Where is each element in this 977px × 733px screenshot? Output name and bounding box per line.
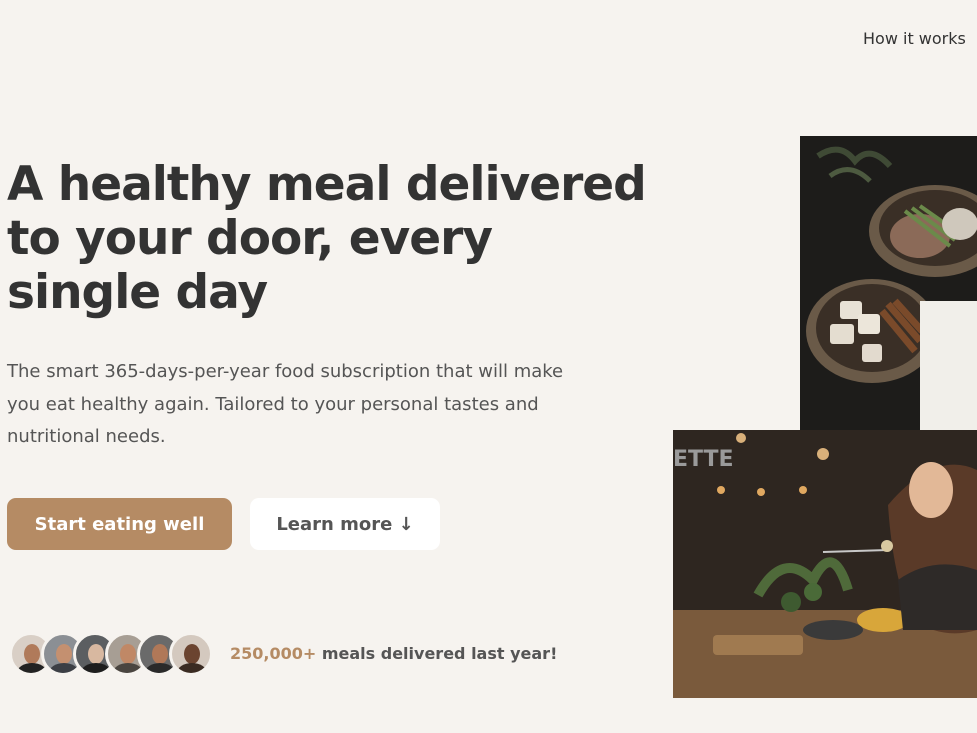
restaurant-image: ETTE (673, 430, 977, 698)
nav-link-how-it-works[interactable]: How it works (863, 29, 966, 48)
start-eating-well-button[interactable]: Start eating well (7, 498, 232, 550)
hero-title: A healthy meal delivered to your door, e… (7, 157, 647, 320)
page: How it works A healthy meal delivered to… (0, 0, 977, 733)
meals-delivered-text: 250,000+ meals delivered last year! (230, 644, 557, 663)
hero-description: The smart 365-days-per-year food subscri… (7, 361, 564, 447)
meals-delivered-count: 250,000+ (230, 644, 317, 663)
customer-avatar-6 (169, 632, 213, 676)
meals-delivered-label: meals delivered last year! (316, 644, 558, 663)
food-bowls-image (800, 136, 977, 430)
svg-text:ETTE: ETTE (673, 447, 734, 472)
restaurant-illustration: ETTE (673, 430, 977, 698)
customer-avatars (9, 632, 213, 676)
food-bowls-illustration (800, 136, 977, 430)
learn-more-button[interactable]: Learn more ↓ (250, 498, 440, 550)
